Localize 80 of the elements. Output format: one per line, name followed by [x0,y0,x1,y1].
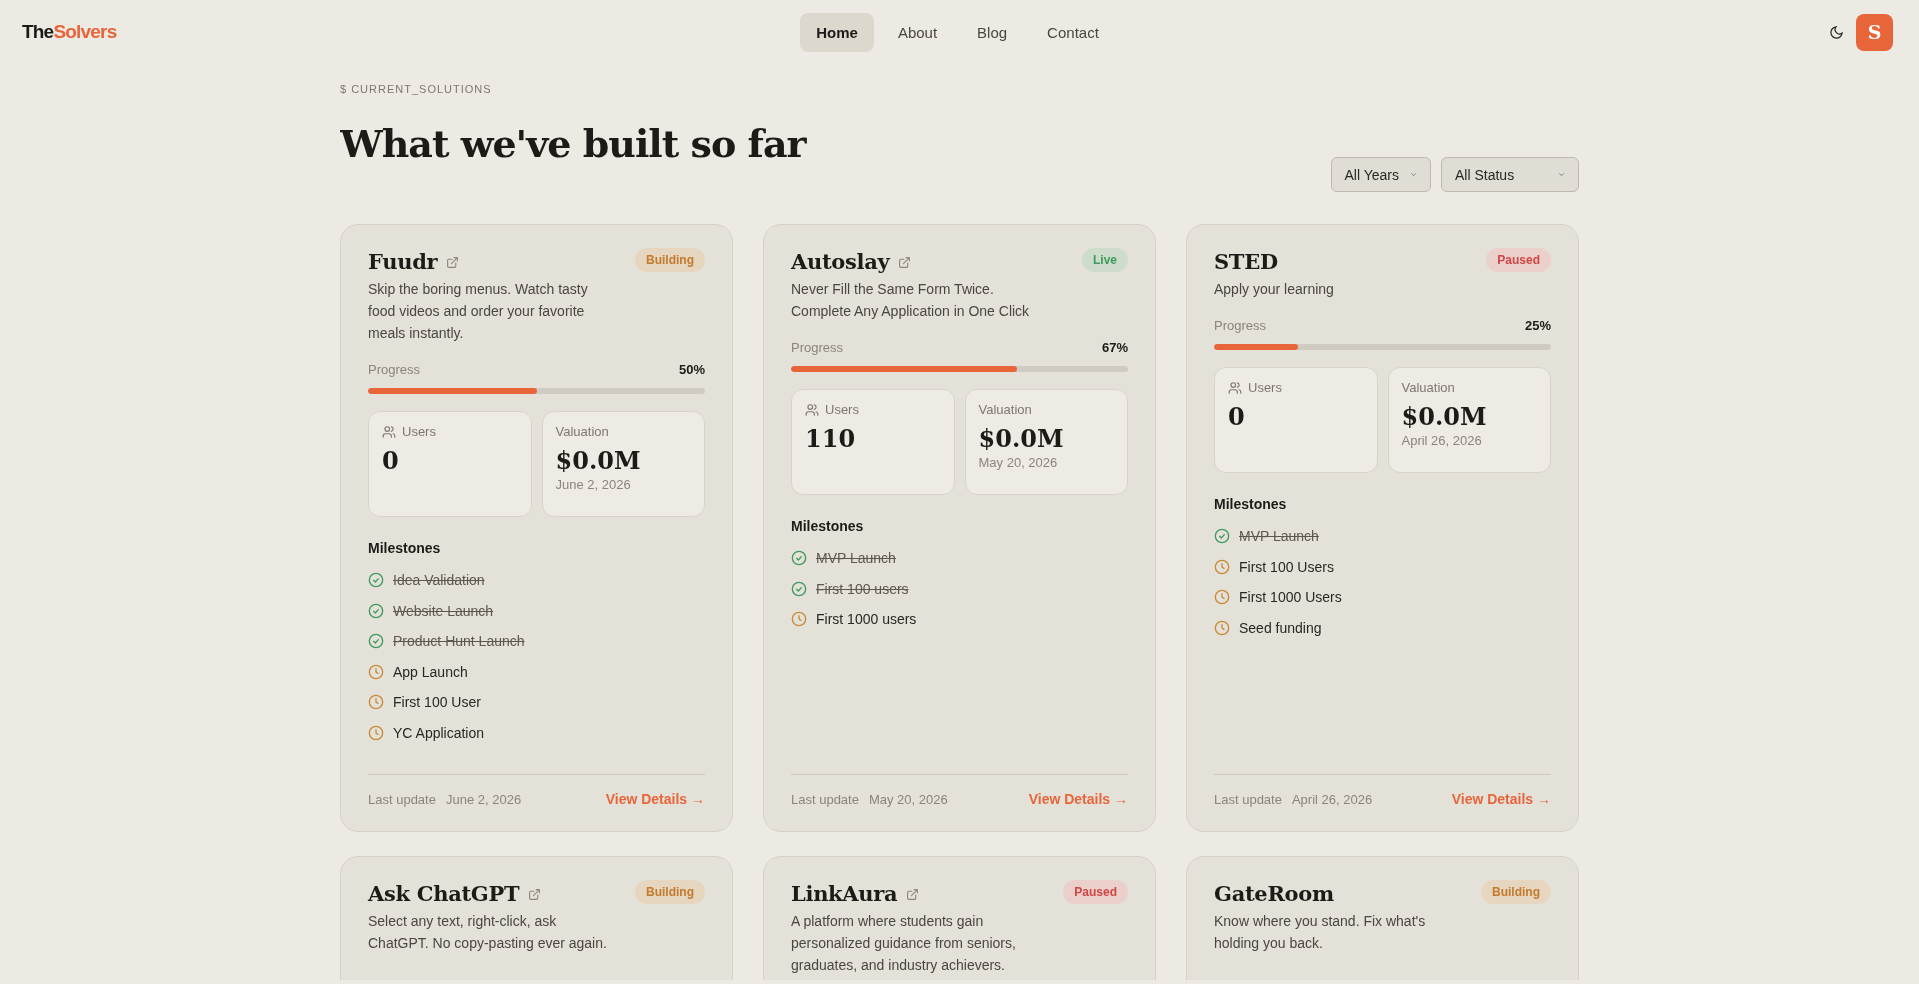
milestone-label: First 1000 users [816,611,917,628]
last-update-label: Last update [791,791,859,807]
status-badge: Building [635,248,705,272]
project-name: LinkAura [791,880,898,908]
users-count: 0 [382,447,400,475]
stat-label: Users [1248,380,1282,395]
project-description: Never Fill the Same Form Twice. Complete Any Application in One Click [791,280,1031,321]
last-update-date: June 2, 2026 [445,791,522,807]
valuation-date: April 26, 2026 [1401,433,1483,448]
stat-label: Valuation [555,424,609,439]
chevron-down-icon [1557,170,1566,179]
chevron-down-icon [1409,170,1418,179]
project-description: Apply your learning [1214,280,1335,299]
project-name: Ask ChatGPT [368,880,520,908]
status-badge: Paused [1063,880,1128,904]
project-name: STED [1214,248,1278,276]
external-link-icon[interactable] [898,255,912,269]
milestone-label: MVP Launch [816,550,896,567]
last-update-date: April 26, 2026 [1291,791,1373,807]
nav-link[interactable]: About [881,12,954,52]
milestone-label: Idea Validation [393,572,485,589]
filter-dropdown[interactable]: All Years [1330,157,1431,192]
valuation-date: June 2, 2026 [555,477,632,492]
milestone-label: YC Application [393,724,485,741]
section-title: What we've built so far [340,120,806,168]
status-badge: Building [635,880,705,904]
users-icon [1228,380,1242,395]
progress-label: Progress [791,340,844,355]
site-logo[interactable]: TheSolvers [22,21,117,43]
project-name: GateRoom [1214,880,1334,908]
users-icon [805,402,819,417]
milestone-label: First 100 Users [1239,558,1334,575]
milestone-label: First 100 users [816,580,909,597]
section-eyebrow: $ CURRENT_SOLUTIONS [340,83,493,95]
external-link-icon[interactable] [906,887,920,901]
project-name: Autoslay [791,248,890,276]
last-update-label: Last update [368,791,436,807]
milestone-label: First 1000 Users [1239,589,1342,606]
progress-label: Progress [1214,318,1267,333]
milestone-label: First 100 User [393,694,481,711]
last-update-label: Last update [1214,791,1282,807]
milestones-heading: Milestones [1214,496,1288,512]
users-icon [382,424,396,439]
progress-percent: 67% [1101,340,1128,355]
nav-link[interactable]: Contact [1031,12,1115,52]
milestone-label: App Launch [393,663,468,680]
milestone-label: MVP Launch [1239,528,1319,545]
valuation-date: May 20, 2026 [978,455,1059,470]
valuation-amount: $0.0M [1401,403,1488,431]
milestone-label: Seed funding [1239,619,1322,636]
progress-percent: 50% [678,362,705,377]
progress-label: Progress [368,362,421,377]
external-link-icon[interactable] [446,255,460,269]
users-count: 0 [1228,403,1246,431]
moon-icon[interactable] [1829,24,1844,40]
project-description: Skip the boring menus. Watch tasty food videos and order your favorite meals instantly. [368,280,589,343]
milestones-heading: Milestones [791,518,865,534]
milestone-label: Website Launch [393,602,494,619]
stat-label: Valuation [1401,380,1455,395]
status-badge: Live [1082,248,1128,272]
project-name: Fuudr [368,248,438,276]
project-description: Select any text, right-click, ask ChatGPT. No copy-pasting ever again. [368,912,608,953]
external-link-icon[interactable] [528,887,542,901]
nav-link[interactable]: Blog [961,12,1024,52]
last-update-date: May 20, 2026 [868,791,948,807]
nav-link[interactable]: Home [800,12,874,52]
project-description: A platform where students gain personalized guidance from seniors, graduates, and industry achievers. [791,912,1017,975]
valuation-amount: $0.0M [978,425,1065,453]
users-count: 110 [805,425,857,453]
status-badge: Paused [1486,248,1551,272]
stat-label: Users [402,424,436,439]
stat-label: Users [825,402,859,417]
stat-label: Valuation [978,402,1032,417]
project-description: Know where you stand. Fix what's holding you back. [1214,912,1427,953]
milestones-heading: Milestones [368,540,442,556]
filter-dropdown[interactable]: All Status [1441,157,1579,192]
progress-percent: 25% [1524,318,1551,333]
milestone-label: Product Hunt Launch [393,633,525,650]
valuation-amount: $0.0M [555,447,642,475]
status-badge: Building [1481,880,1551,904]
